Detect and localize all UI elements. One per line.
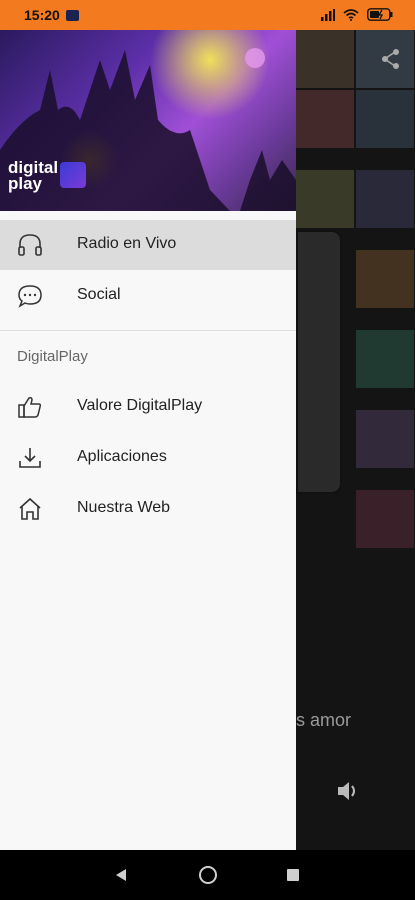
menu-item-nuestra-web[interactable]: Nuestra Web (0, 484, 296, 534)
menu-item-label: Aplicaciones (77, 448, 167, 465)
menu-divider (0, 330, 296, 331)
status-icons (321, 8, 393, 21)
menu-item-radio-en-vivo[interactable]: Radio en Vivo (0, 220, 296, 270)
drawer-header: digital play (0, 30, 296, 211)
menu-item-label: Radio en Vivo (77, 235, 177, 252)
section-title: DigitalPlay (17, 348, 88, 365)
home-icon (19, 497, 41, 520)
headphones-icon (18, 234, 42, 256)
back-icon[interactable] (114, 868, 128, 882)
volume-icon[interactable] (336, 780, 360, 802)
home-circle-icon[interactable] (199, 866, 217, 884)
recents-icon[interactable] (287, 869, 299, 881)
status-time: 15:20 (24, 7, 60, 23)
lyric-fragment: s amor (296, 710, 352, 730)
logo-badge-icon (60, 162, 86, 188)
chat-bubble-icon (18, 285, 42, 308)
menu-item-label: Valore DigitalPlay (77, 397, 203, 414)
tv-icon (66, 10, 79, 21)
battery-charging-icon (367, 8, 393, 21)
wifi-icon (343, 8, 359, 21)
menu-item-valore-digitalplay[interactable]: Valore DigitalPlay (0, 382, 296, 432)
system-nav-bar (0, 850, 415, 900)
cellular-signal-icon (321, 8, 335, 21)
download-icon (19, 448, 41, 468)
status-bar: 15:20 (0, 0, 415, 30)
thumbs-up-icon (18, 397, 42, 418)
menu-item-aplicaciones[interactable]: Aplicaciones (0, 433, 296, 483)
now-playing-card (296, 230, 342, 494)
share-icon[interactable] (381, 48, 401, 70)
menu-item-label: Social (77, 286, 121, 303)
background-app[interactable]: s amor (296, 30, 415, 850)
digitalplay-logo: digital play (8, 158, 59, 193)
navigation-drawer: digital play Radio en Vivo Social Digital… (0, 30, 296, 850)
menu-item-social[interactable]: Social (0, 271, 296, 321)
menu-item-label: Nuestra Web (77, 499, 171, 516)
